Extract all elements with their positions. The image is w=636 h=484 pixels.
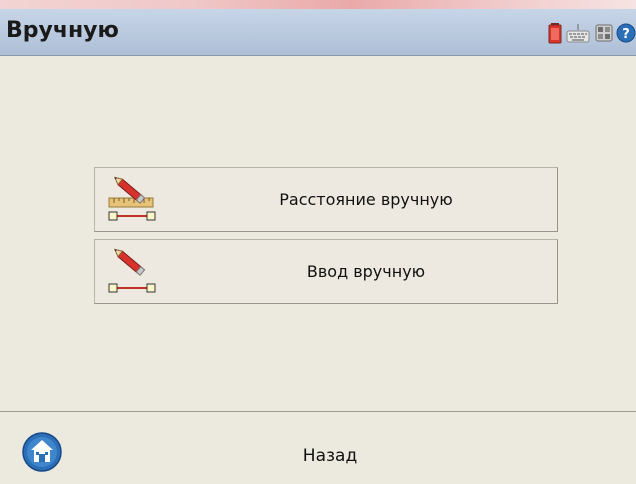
keyboard-icon[interactable] [566, 22, 590, 44]
manual-input-label: Ввод вручную [306, 262, 426, 281]
window-title: Вручную [6, 18, 119, 43]
pencil-ruler-icon [108, 176, 156, 221]
content-area: Расстояние вручную Ввод вручную [0, 56, 636, 411]
distance-manual-button[interactable]: Расстояние вручную [94, 167, 558, 232]
home-icon[interactable] [22, 432, 62, 472]
pencil-line-icon [108, 248, 156, 293]
battery-icon[interactable] [545, 22, 565, 44]
top-decorative-strip [0, 0, 636, 9]
app-screen: Вручную ? Расстояние вручную Ввод вручну… [0, 0, 636, 484]
help-icon[interactable]: ? [616, 22, 636, 44]
back-button[interactable]: Назад [230, 446, 430, 466]
bottom-bar: Назад [0, 411, 636, 484]
manual-input-button[interactable]: Ввод вручную [94, 239, 558, 304]
svg-text:?: ? [622, 27, 630, 42]
title-bar: Вручную ? [0, 9, 636, 56]
system-icon[interactable] [594, 22, 614, 44]
distance-manual-label: Расстояние вручную [279, 190, 453, 209]
